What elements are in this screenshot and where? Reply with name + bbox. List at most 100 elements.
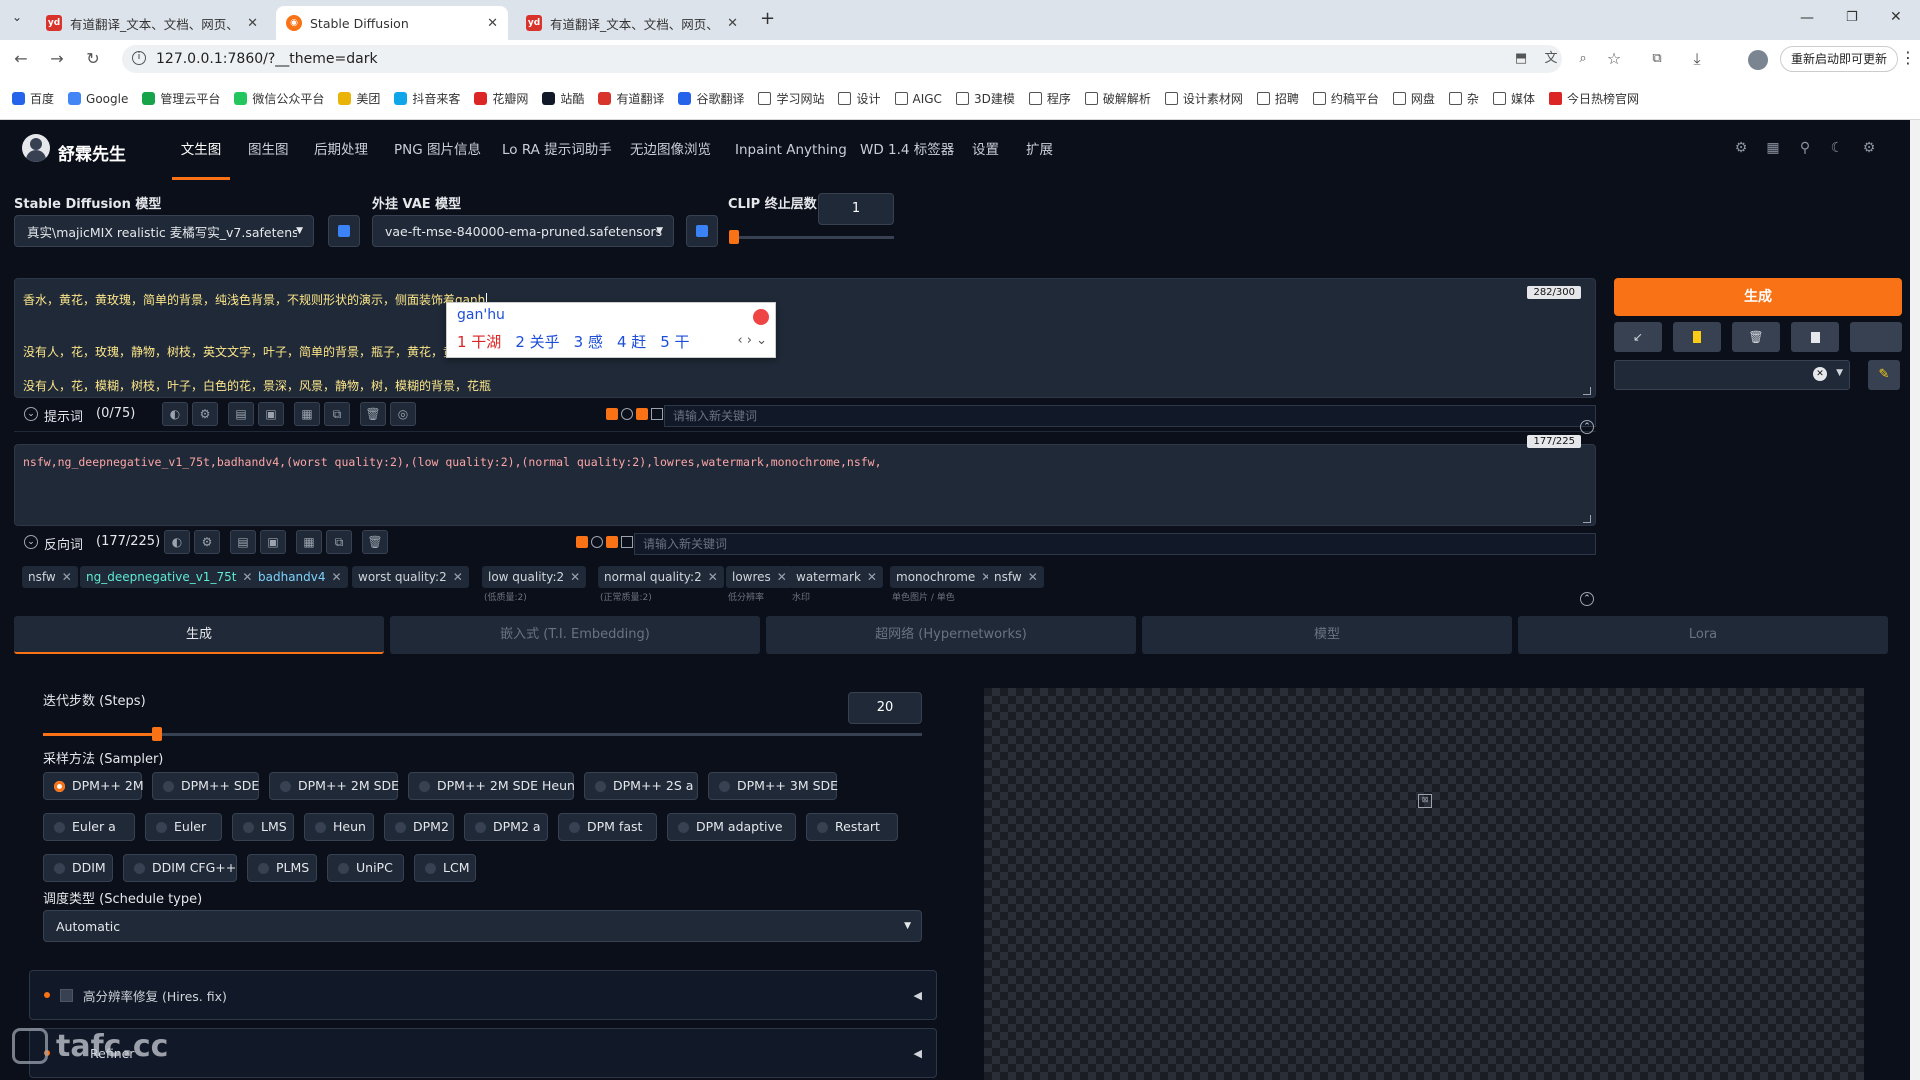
- sampler-option[interactable]: Euler a: [43, 813, 135, 841]
- close-icon[interactable]: ✕: [332, 570, 342, 584]
- vae-dropdown[interactable]: vae-ft-mse-840000-ema-pruned.safetensors…: [372, 215, 674, 247]
- main-tab[interactable]: 扩展: [1026, 120, 1053, 180]
- hires-fix-accordion[interactable]: 高分辨率修复 (Hires. fix) ◀: [29, 970, 937, 1020]
- main-tab[interactable]: PNG 图片信息: [394, 120, 481, 180]
- bookmark-item[interactable]: 谷歌翻译: [678, 90, 744, 107]
- empty-button[interactable]: [1850, 322, 1902, 352]
- sampler-option[interactable]: DPM++ 2M SDE Heun: [408, 772, 575, 800]
- profile-avatar[interactable]: [1748, 50, 1768, 70]
- back-icon[interactable]: ←: [12, 50, 30, 68]
- subtab[interactable]: 模型: [1142, 616, 1512, 654]
- bookmark-item[interactable]: 抖音来客: [394, 90, 460, 107]
- bookmark-item[interactable]: 花瓣网: [474, 90, 528, 107]
- menu-icon[interactable]: ⋮: [1900, 48, 1916, 67]
- sampler-option[interactable]: DPM++ SDE: [152, 772, 259, 800]
- reload-icon[interactable]: ↻: [84, 50, 102, 68]
- main-tab[interactable]: WD 1.4 标签器: [860, 120, 954, 180]
- sampler-option[interactable]: LCM: [414, 854, 476, 882]
- bookmark-item[interactable]: 微信公众平台: [234, 90, 324, 107]
- arrow-icon[interactable]: ↙: [1614, 322, 1662, 352]
- image-output-area[interactable]: ⊠: [984, 688, 1864, 1080]
- refresh-sd-model-button[interactable]: [328, 215, 360, 247]
- sampler-option[interactable]: DDIM CFG++: [123, 854, 237, 882]
- translate-icon[interactable]: 文: [1542, 50, 1560, 68]
- prompt-checkboxes[interactable]: [606, 408, 663, 420]
- refresh-vae-button[interactable]: [686, 215, 718, 247]
- toolbar-icon[interactable]: ⚙: [192, 402, 218, 426]
- resize-handle-icon[interactable]: [1583, 515, 1591, 523]
- ime-candidate[interactable]: 2 关乎: [515, 331, 559, 352]
- negative-collapse-icon[interactable]: ⌄: [24, 535, 38, 549]
- site-info-icon[interactable]: i: [132, 51, 146, 65]
- toolbar-icon[interactable]: ◐: [162, 402, 188, 426]
- close-icon[interactable]: ✕: [247, 16, 258, 31]
- negative-chip[interactable]: ng_deepnegative_v1_75t ✕: [80, 566, 259, 588]
- bookmark-item[interactable]: 有道翻译: [598, 90, 664, 107]
- new-tab-button[interactable]: +: [760, 8, 775, 29]
- toolbar-icon[interactable]: ▣: [260, 530, 286, 554]
- toolbar-icon[interactable]: ⧉: [324, 402, 350, 426]
- negative-chip[interactable]: nsfw ✕: [988, 566, 1044, 588]
- bookmark-item[interactable]: 设计素材网: [1164, 90, 1243, 107]
- bookmark-item[interactable]: Google: [68, 92, 128, 106]
- subtab[interactable]: 超网络 (Hypernetworks): [766, 616, 1136, 654]
- bookmark-item[interactable]: 破解解析: [1084, 90, 1151, 107]
- sd-model-dropdown[interactable]: 真实\majicMIX realistic 麦橘写实_v7.safetenso …: [14, 215, 314, 247]
- download-icon[interactable]: ⤓: [1688, 50, 1706, 68]
- hires-checkbox[interactable]: [60, 988, 73, 1002]
- sampler-option[interactable]: DPM++ 2M SDE: [269, 772, 399, 800]
- negative-chip[interactable]: lowres ✕: [726, 566, 793, 588]
- ime-candidate[interactable]: 4 赶: [617, 331, 646, 352]
- negative-chip[interactable]: normal quality:2 ✕: [598, 566, 724, 588]
- bookmark-item[interactable]: AIGC: [894, 92, 942, 106]
- bookmark-item[interactable]: 约稿平台: [1312, 90, 1379, 107]
- clip-slider-thumb[interactable]: [729, 230, 739, 244]
- browser-tab-youdao-1[interactable]: yd 有道翻译_文本、文档、网页、 ✕: [36, 6, 268, 40]
- restart-update-button[interactable]: 重新启动即可更新: [1780, 46, 1899, 72]
- prompt-collapse-icon[interactable]: ⌄: [24, 407, 38, 421]
- steps-slider-thumb[interactable]: [152, 727, 163, 741]
- browser-tab-youdao-2[interactable]: yd 有道翻译_文本、文档、网页、 ✕: [516, 6, 748, 40]
- bookmark-item[interactable]: 站酷: [542, 90, 584, 107]
- negative-chip[interactable]: low quality:2 ✕: [482, 566, 587, 588]
- toolbar-icon[interactable]: ⧉: [326, 530, 352, 554]
- sampler-option[interactable]: DPM++ 2M: [43, 772, 144, 800]
- bookmark-item[interactable]: 媒体: [1492, 90, 1535, 107]
- close-icon[interactable]: ✕: [62, 570, 72, 584]
- sampler-option[interactable]: Restart: [806, 813, 898, 841]
- document-icon[interactable]: [1791, 322, 1839, 352]
- bookmark-item[interactable]: 学习网站: [758, 90, 824, 107]
- prompt-textarea[interactable]: 282/300 香水，黄花，黄玫瑰，简单的背景，纯浅色背景，不规则形状的演示，侧…: [14, 278, 1596, 398]
- extensions-icon[interactable]: ⧉: [1648, 50, 1666, 68]
- toolbar-icon[interactable]: 🗑: [362, 530, 388, 554]
- bookmark-item[interactable]: 3D建模: [955, 90, 1015, 107]
- close-icon[interactable]: ✕: [777, 570, 787, 584]
- toolbar-icon[interactable]: ▦: [294, 402, 320, 426]
- clip-number-input[interactable]: 1: [818, 193, 894, 225]
- sampler-option[interactable]: PLMS: [247, 854, 317, 882]
- edit-styles-button[interactable]: ✎: [1868, 360, 1900, 390]
- sampler-option[interactable]: UniPC: [327, 854, 404, 882]
- main-tab[interactable]: 文生图: [172, 120, 230, 180]
- minimize-button[interactable]: —: [1800, 10, 1814, 26]
- forward-icon[interactable]: →: [48, 50, 66, 68]
- sampler-option[interactable]: DPM++ 3M SDE: [708, 772, 838, 800]
- bookmark-item[interactable]: 美团: [338, 90, 380, 107]
- subtab[interactable]: Lora: [1518, 616, 1888, 654]
- close-icon[interactable]: ✕: [453, 570, 463, 584]
- sampler-option[interactable]: DPM++ 2S a: [584, 772, 698, 800]
- main-tab[interactable]: 无边图像浏览: [630, 120, 711, 180]
- negative-chip[interactable]: monochrome ✕: [890, 566, 998, 588]
- close-icon[interactable]: ✕: [242, 570, 252, 584]
- toolbar-icon[interactable]: ⚙: [194, 530, 220, 554]
- toolbar-icon[interactable]: 🗑: [360, 402, 386, 426]
- bookmark-item[interactable]: 百度: [12, 90, 54, 107]
- bookmark-item[interactable]: 网盘: [1392, 90, 1435, 107]
- chevron-up-icon[interactable]: ⌃: [1580, 592, 1594, 606]
- negative-chip[interactable]: worst quality:2 ✕: [352, 566, 469, 588]
- generate-button[interactable]: 生成: [1614, 278, 1902, 316]
- sampler-option[interactable]: LMS: [232, 813, 294, 841]
- main-tab[interactable]: 图生图: [248, 120, 289, 180]
- sampler-option[interactable]: DPM adaptive: [667, 813, 796, 841]
- bookmark-item[interactable]: 设计: [838, 90, 881, 107]
